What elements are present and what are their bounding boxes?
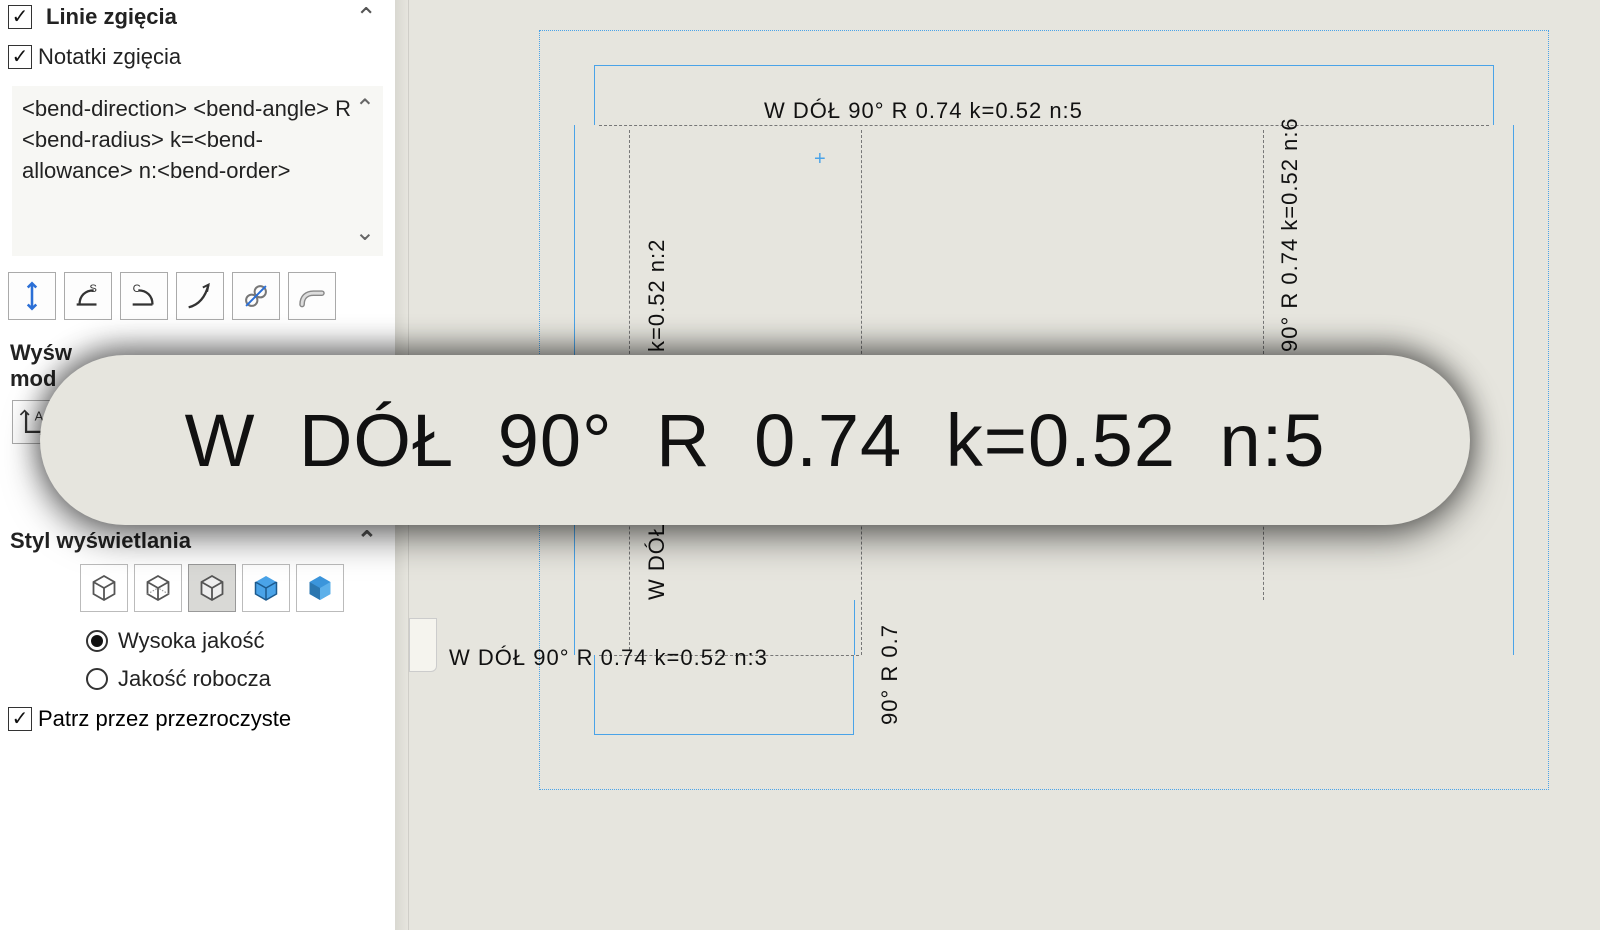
- see-through-row[interactable]: Patrz przez przezroczyste: [0, 698, 395, 740]
- flat-outline: [854, 600, 866, 655]
- tool-allowance[interactable]: [232, 272, 280, 320]
- style-wireframe[interactable]: [80, 564, 128, 612]
- collapse-icon[interactable]: ⌃: [357, 526, 377, 555]
- quality-draft-row[interactable]: Jakość robocza: [0, 660, 395, 698]
- callout-text: W DÓŁ 90° R 0.74 k=0.52 n:5: [185, 398, 1326, 483]
- tool-supplementary[interactable]: S: [64, 272, 112, 320]
- style-shaded[interactable]: [296, 564, 344, 612]
- style-hidden-removed[interactable]: [188, 564, 236, 612]
- style-hidden-visible[interactable]: [134, 564, 182, 612]
- style-shaded-edges[interactable]: [242, 564, 290, 612]
- bend-note: W DÓŁ 90° R 0.74 k=0.52 n:3: [449, 645, 768, 671]
- tool-radius[interactable]: [176, 272, 224, 320]
- bend-note: 90° R 0.7: [877, 624, 903, 725]
- quality-high-row[interactable]: Wysoka jakość: [0, 622, 395, 660]
- bend-note: 90° R 0.74 k=0.52 n:6: [1277, 117, 1303, 352]
- bend-lines-label: Linie zgięcia: [46, 4, 177, 30]
- origin-mark: +: [814, 148, 826, 171]
- collapse-icon[interactable]: ⌃: [355, 2, 377, 33]
- scroll-up-icon[interactable]: ⌃: [355, 92, 375, 126]
- tool-order[interactable]: [288, 272, 336, 320]
- template-text: <bend-direction> <bend-angle> R <bend-ra…: [22, 96, 351, 183]
- panel-tab[interactable]: [409, 618, 437, 672]
- quality-draft-radio[interactable]: [86, 668, 108, 690]
- bend-notes-checkbox[interactable]: [8, 45, 32, 69]
- quality-high-radio[interactable]: [86, 630, 108, 652]
- bend-note: W DÓŁ: [644, 523, 670, 600]
- bend-notes-label: Notatki zgięcia: [38, 44, 181, 70]
- bend-line: [599, 125, 1489, 126]
- bend-lines-checkbox[interactable]: [8, 5, 32, 29]
- display-style-buttons: [0, 556, 395, 622]
- see-through-checkbox[interactable]: [8, 707, 32, 731]
- display-style-title: Styl wyświetlania ⌃: [0, 522, 395, 556]
- zoom-callout: W DÓŁ 90° R 0.74 k=0.52 n:5: [40, 355, 1470, 525]
- bend-notes-row[interactable]: Notatki zgięcia: [0, 34, 395, 80]
- bend-note-toolbar: S C: [0, 266, 395, 334]
- tool-direction[interactable]: [8, 272, 56, 320]
- tool-complementary[interactable]: C: [120, 272, 168, 320]
- scroll-down-icon[interactable]: ⌄: [355, 216, 375, 250]
- bend-note-template-field[interactable]: ⌃ <bend-direction> <bend-angle> R <bend-…: [12, 86, 383, 256]
- bend-note: k=0.52 n:2: [644, 239, 670, 352]
- svg-text:S: S: [89, 283, 97, 295]
- svg-text:C: C: [133, 283, 141, 295]
- bend-note: W DÓŁ 90° R 0.74 k=0.52 n:5: [764, 98, 1083, 124]
- bend-lines-header[interactable]: Linie zgięcia ⌃: [0, 0, 395, 34]
